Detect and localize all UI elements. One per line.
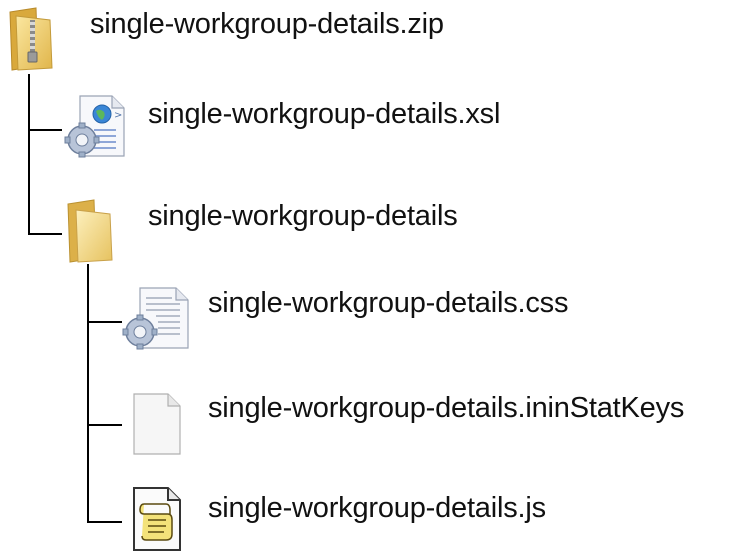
connector-css xyxy=(87,264,122,323)
xsl-label[interactable]: single-workgroup-details.xsl xyxy=(148,98,500,131)
svg-text:>: > xyxy=(114,110,122,121)
zip-folder-icon xyxy=(6,6,56,77)
tree-connectors xyxy=(28,74,122,523)
xsl-web-file-icon: > xyxy=(64,94,128,165)
blank-file-icon xyxy=(130,392,184,461)
connector-xsl xyxy=(28,74,62,131)
js-label[interactable]: single-workgroup-details.js xyxy=(208,492,546,525)
folder-label[interactable]: single-workgroup-details xyxy=(148,200,458,233)
script-file-icon xyxy=(128,486,188,559)
folder-icon xyxy=(64,198,116,269)
ininstatkeys-label[interactable]: single-workgroup-details.ininStatKeys xyxy=(208,392,684,425)
css-config-file-icon xyxy=(122,286,192,357)
css-label[interactable]: single-workgroup-details.css xyxy=(208,287,568,320)
connector-keys xyxy=(87,322,122,426)
connector-folder xyxy=(28,130,62,235)
root-label[interactable]: single-workgroup-details.zip xyxy=(90,8,444,41)
connector-js xyxy=(87,425,122,523)
